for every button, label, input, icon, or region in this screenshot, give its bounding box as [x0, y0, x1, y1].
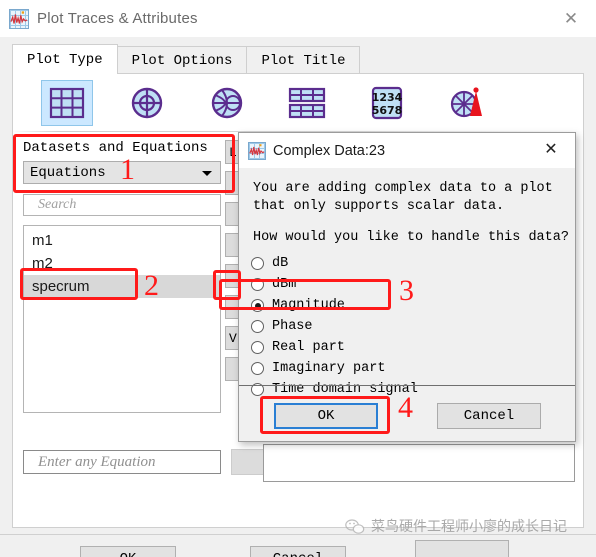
radio-real-part[interactable]: Real part	[251, 337, 575, 358]
list-item-m2[interactable]: m2	[24, 252, 220, 275]
radio-imaginary-part[interactable]: Imaginary part	[251, 358, 575, 379]
datasets-section: Datasets and Equations Equations Search …	[23, 140, 223, 413]
datasets-label: Datasets and Equations	[23, 140, 208, 156]
watermark: 菜鸟硬件工程师小廖的成长日记	[345, 516, 567, 536]
cancel-button[interactable]: Cancel	[250, 546, 346, 557]
stacked-table-icon[interactable]	[281, 80, 333, 126]
dialog-question: How would you like to handle this data?	[253, 230, 569, 245]
waveform-glyph	[249, 143, 265, 155]
tab-strip: Plot Type Plot Options Plot Title	[12, 44, 361, 74]
dialog-body: You are adding complex data to a plot th…	[239, 168, 575, 247]
dialog-title-bar: Complex Data:23 ✕	[239, 133, 575, 168]
watermark-text: 菜鸟硬件工程师小廖的成长日记	[371, 519, 567, 535]
window-title: Plot Traces & Attributes	[37, 10, 198, 27]
dialog-message-line1: You are adding complex data to a plot	[253, 181, 553, 196]
plot-waveform-icon	[248, 141, 266, 160]
polar-plot-icon[interactable]	[121, 80, 173, 126]
close-icon[interactable]: ✕	[560, 8, 582, 30]
dialog-cancel-button[interactable]: Cancel	[437, 403, 541, 429]
dialog-message-line2: that only supports scalar data.	[253, 199, 505, 214]
search-input[interactable]: Search	[23, 194, 221, 216]
radio-indicator	[251, 257, 264, 270]
plot-waveform-icon	[9, 8, 29, 29]
dialog-ok-button[interactable]: OK	[274, 403, 378, 429]
radio-indicator	[251, 362, 264, 375]
radio-indicator	[251, 320, 264, 333]
svg-text:5678: 5678	[372, 104, 403, 117]
trace-detail-panel[interactable]	[263, 444, 575, 482]
radio-label: Magnitude	[272, 298, 345, 313]
radiation-pattern-glyph	[450, 87, 482, 118]
footer-bar: OK Cancel	[0, 535, 596, 557]
equation-input[interactable]: Enter any Equation	[23, 450, 221, 474]
list-item-specrum[interactable]: specrum	[24, 275, 220, 298]
polar-plot-glyph	[131, 87, 163, 119]
radio-db[interactable]: dB	[251, 253, 575, 274]
dialog-title: Complex Data:23	[273, 142, 386, 159]
radio-label: Real part	[272, 340, 345, 355]
complex-format-radio-group: dB dBm Magnitude Phase Real part Imagina…	[239, 253, 575, 400]
radio-magnitude[interactable]: Magnitude	[251, 295, 575, 316]
help-button[interactable]	[415, 540, 509, 557]
stacked-table-glyph	[288, 87, 326, 119]
numeric-data-icon[interactable]: 1234 5678	[361, 80, 413, 126]
radio-label: dBm	[272, 277, 297, 292]
svg-text:1234: 1234	[372, 91, 403, 104]
smith-chart-icon[interactable]	[201, 80, 253, 126]
wechat-glyph	[345, 518, 365, 534]
chevron-down-icon	[202, 171, 212, 176]
title-bar: Plot Traces & Attributes ✕	[0, 0, 596, 37]
wechat-icon	[345, 518, 365, 535]
dataset-combo[interactable]: Equations	[23, 161, 221, 184]
radio-time-domain-signal[interactable]: Time domain signal	[251, 379, 575, 400]
rectangular-plot-glyph	[49, 87, 85, 119]
radio-label: Phase	[272, 319, 313, 334]
radio-indicator	[251, 341, 264, 354]
radio-label: Imaginary part	[272, 361, 386, 376]
dialog-divider	[239, 385, 575, 386]
list-item-m1[interactable]: m1	[24, 229, 220, 252]
application-window: Plot Traces & Attributes ✕ Plot Type Plo…	[0, 0, 596, 557]
tab-plot-title[interactable]: Plot Title	[246, 46, 361, 74]
numeric-data-glyph: 1234 5678	[372, 86, 403, 120]
dataset-combo-value: Equations	[30, 164, 106, 181]
radio-phase[interactable]: Phase	[251, 316, 575, 337]
ok-button[interactable]: OK	[80, 546, 176, 557]
smith-chart-glyph	[211, 87, 243, 119]
complex-data-dialog: Complex Data:23 ✕ You are adding complex…	[238, 132, 576, 442]
radio-indicator	[251, 299, 264, 312]
plot-type-toolbar: 1234 5678	[13, 75, 583, 131]
radio-dbm[interactable]: dBm	[251, 274, 575, 295]
tab-plot-type[interactable]: Plot Type	[12, 44, 118, 74]
rectangular-plot-icon[interactable]	[41, 80, 93, 126]
tab-plot-options[interactable]: Plot Options	[116, 46, 248, 74]
radio-indicator	[251, 278, 264, 291]
radiation-pattern-icon[interactable]	[441, 80, 493, 126]
dataset-list[interactable]: m1 m2 specrum	[23, 225, 221, 413]
waveform-glyph	[10, 10, 28, 24]
close-icon[interactable]: ✕	[541, 140, 561, 160]
radio-label: dB	[272, 256, 289, 271]
